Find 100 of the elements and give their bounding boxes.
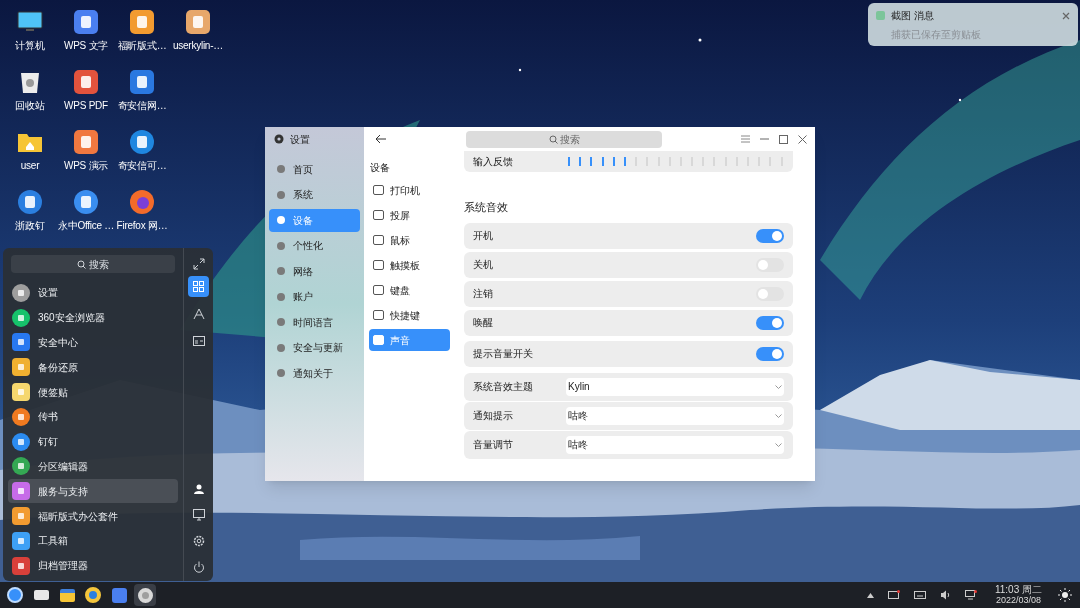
nav-item[interactable]: 通知关于 (269, 362, 360, 385)
dropdown[interactable]: 咕咚 (566, 435, 784, 454)
desktop-icon[interactable]: WPS 文字 (58, 8, 114, 64)
desktop-icon[interactable]: 福昕版式… (114, 8, 170, 64)
menu-item[interactable]: 便签贴 (8, 380, 178, 404)
menu-item[interactable]: 钉钉 (8, 429, 178, 454)
settings-app-button[interactable] (134, 584, 156, 606)
user-icon[interactable] (192, 483, 205, 495)
app-icon (12, 308, 30, 327)
menu-item[interactable]: 工具箱 (8, 528, 178, 553)
desktop-icon[interactable]: userkylin-… (170, 8, 226, 64)
grid-view-button[interactable] (188, 276, 209, 297)
chevron-down-icon (775, 384, 782, 389)
device-item[interactable]: 键盘 (369, 279, 450, 301)
setting-row: 音量调节 咕咚 (464, 430, 793, 459)
tray-expand-icon[interactable] (866, 592, 874, 598)
setting-row: 开机 (464, 222, 793, 249)
desktop-icon[interactable]: 浙政钉 (2, 188, 58, 244)
desktop-icon[interactable]: 回收站 (2, 68, 58, 124)
app-icon (12, 482, 30, 501)
setting-row: 唤醒 (464, 309, 793, 336)
nav-icon (277, 190, 285, 199)
nav-item[interactable]: 账户 (269, 285, 360, 308)
network-icon[interactable] (964, 590, 977, 600)
dropdown[interactable]: Kylin (566, 377, 784, 396)
chevron-down-icon (775, 413, 782, 418)
toggle-switch[interactable] (756, 286, 784, 301)
desktop-icon[interactable]: 奇安信可… (114, 128, 170, 184)
desktop-icon[interactable]: 永中Office … (58, 188, 114, 244)
device-icon (373, 285, 384, 295)
desktop-icon-label: 奇安信可… (117, 160, 167, 172)
desktop-icon-label: 计算机 (15, 40, 45, 52)
volume-icon[interactable] (939, 590, 951, 600)
back-arrow-icon[interactable] (375, 134, 387, 144)
desktop-icon-label: 奇安信网… (117, 100, 167, 112)
nav-item[interactable]: 系统 (269, 183, 360, 206)
menu-item[interactable]: 备份还原 (8, 355, 178, 380)
menu-item[interactable]: 服务与支持 (8, 479, 178, 504)
menu-item[interactable]: 归档管理器 (8, 553, 178, 578)
desktop-icon-label: 回收站 (15, 100, 45, 112)
dropdown[interactable]: 咕咚 (566, 406, 784, 425)
grid-icon (193, 281, 204, 292)
close-icon[interactable] (1062, 11, 1070, 20)
app-icon (12, 457, 30, 476)
keyboard-icon[interactable] (913, 591, 926, 599)
app-icon (12, 358, 30, 377)
desktop-icon-label: WPS PDF (64, 100, 108, 112)
device-item[interactable]: 触摸板 (369, 254, 450, 276)
desktop-icon[interactable]: 计算机 (2, 8, 58, 64)
message-icon[interactable] (887, 590, 900, 600)
device-item[interactable]: 投屏 (369, 204, 450, 226)
search-field[interactable]: 搜索 (11, 255, 175, 273)
nav-item[interactable]: 首页 (269, 158, 360, 181)
expand-icon[interactable] (192, 258, 205, 270)
nav-icon (277, 165, 285, 174)
settings-icon[interactable] (192, 535, 205, 547)
menu-item[interactable]: 传书 (8, 405, 178, 429)
maximize-icon[interactable] (779, 134, 788, 144)
menu-item[interactable]: 分区编辑器 (8, 454, 178, 479)
desktop-icon[interactable]: Firefox 网… (114, 188, 170, 244)
desktop-icon-label: userkylin-… (172, 40, 223, 52)
desktop-icon[interactable]: user (2, 128, 58, 184)
power-icon[interactable] (192, 561, 205, 573)
toggle-switch[interactable] (756, 228, 784, 243)
toggle-switch[interactable] (756, 257, 784, 272)
menu-item[interactable]: 设置 (8, 281, 178, 305)
search-icon (548, 134, 558, 144)
app-icon (12, 383, 30, 402)
device-item[interactable]: 鼠标 (369, 229, 450, 251)
menu-item[interactable]: 360安全浏览器 (8, 305, 178, 330)
monitor-icon (17, 10, 43, 34)
card-icon (192, 335, 205, 346)
menu-item[interactable]: 安全中心 (8, 330, 178, 355)
close-icon[interactable] (798, 134, 807, 144)
setting-row: 注销 (464, 280, 793, 307)
nav-icon (277, 216, 285, 225)
nav-icon (277, 369, 285, 378)
nav-item[interactable]: 安全与更新 (269, 336, 360, 359)
device-item[interactable]: 快捷键 (369, 304, 450, 326)
toggle-switch[interactable] (756, 346, 784, 361)
clock-time: 11:03 周二 (994, 585, 1042, 595)
screenshot-icon (876, 11, 885, 20)
desktop-icon[interactable]: WPS 演示 (58, 128, 114, 184)
toggle-switch[interactable] (756, 315, 784, 330)
sun-icon[interactable] (1058, 588, 1072, 602)
desktop-icon[interactable]: 奇安信网… (114, 68, 170, 124)
window-title: 设置 (290, 132, 310, 147)
desktop-icon-label: WPS 文字 (63, 40, 109, 52)
nav-item[interactable]: 网络 (269, 260, 360, 283)
device-icon (373, 260, 384, 270)
desktop-icon-label: Firefox 网… (116, 220, 168, 232)
menu-item[interactable]: 福昕版式办公套件 (8, 504, 178, 528)
device-item[interactable]: 打印机 (369, 179, 450, 201)
monitor-icon[interactable] (192, 509, 205, 521)
nav-icon (277, 267, 285, 276)
nav-item[interactable]: 个性化 (269, 234, 360, 257)
search-field[interactable]: 搜索 (466, 130, 662, 148)
desktop-icon[interactable]: WPS PDF (58, 68, 114, 124)
nav-item[interactable]: 时间语言 (269, 311, 360, 334)
app-icon (12, 556, 30, 575)
